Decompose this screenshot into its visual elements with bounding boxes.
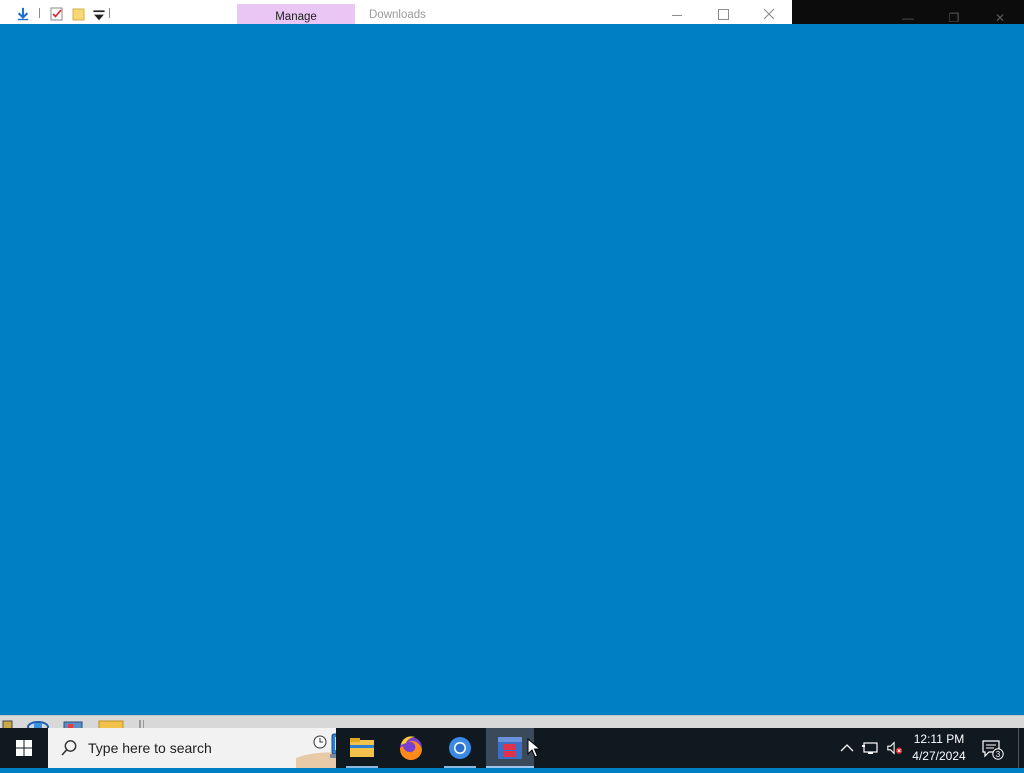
- file-explorer-icon: [350, 738, 374, 757]
- action-center-icon: 3: [982, 740, 1004, 760]
- properties-icon[interactable]: [50, 7, 64, 21]
- maximize-button[interactable]: [700, 4, 746, 24]
- new-folder-icon[interactable]: [72, 7, 86, 21]
- explorer-title-bar[interactable]: Manage Downloads: [0, 0, 792, 24]
- notification-count-badge: 3: [996, 750, 1001, 759]
- search-icon: [61, 740, 77, 756]
- background-minimize-icon: —: [902, 11, 914, 25]
- background-close-icon: ✕: [994, 11, 1006, 25]
- taskbar-file-explorer[interactable]: [338, 728, 386, 768]
- mouse-cursor-icon: [527, 738, 541, 758]
- close-button[interactable]: [746, 4, 792, 24]
- window-title: Downloads: [369, 9, 426, 21]
- chrome-icon: [449, 737, 471, 759]
- start-button[interactable]: [0, 728, 48, 768]
- download-arrow-icon[interactable]: [16, 7, 30, 21]
- quick-access-separator: [39, 8, 40, 18]
- close-icon: [763, 8, 775, 20]
- customize-toolbar-chevron-icon[interactable]: [92, 9, 106, 23]
- network-icon[interactable]: [862, 740, 880, 756]
- show-desktop-button[interactable]: [1018, 728, 1019, 768]
- search-placeholder: Type here to search: [88, 740, 212, 756]
- taskbar-search-box[interactable]: Type here to search: [48, 728, 336, 768]
- manage-context-tab[interactable]: Manage: [237, 4, 355, 24]
- clock-date: 4/27/2024: [912, 749, 966, 763]
- minimize-button[interactable]: [654, 4, 700, 24]
- background-restore-icon: ❐: [948, 11, 960, 25]
- quick-access-separator: [109, 8, 110, 18]
- taskbar: Type here to search 12:11 PM 4/27/2024 3: [0, 728, 1024, 768]
- action-center-button[interactable]: 3: [980, 738, 1004, 760]
- windows-logo-icon: [16, 740, 32, 756]
- clock-time: 12:11 PM: [913, 732, 965, 746]
- volume-muted-icon[interactable]: [886, 740, 904, 756]
- background-window-titlebar: — ❐ ✕: [792, 0, 1024, 25]
- maximize-icon: [718, 9, 729, 20]
- taskbar-clock[interactable]: 12:11 PM 4/27/2024: [906, 731, 972, 765]
- search-highlight-illustration-icon: [296, 733, 336, 768]
- firefox-icon: [399, 736, 422, 761]
- show-hidden-icons-chevron-icon[interactable]: [838, 740, 856, 756]
- minimize-icon: [672, 15, 682, 16]
- taskbar-firefox[interactable]: [387, 728, 435, 768]
- manage-tab-label: Manage: [275, 11, 317, 23]
- desktop-icon-strip: [0, 715, 1024, 729]
- taskbar-chrome[interactable]: [436, 728, 484, 768]
